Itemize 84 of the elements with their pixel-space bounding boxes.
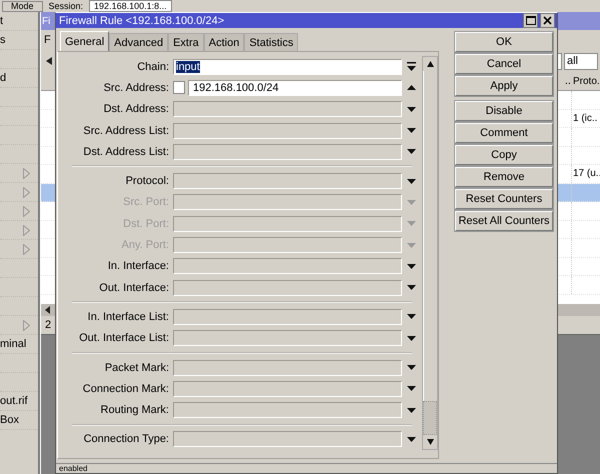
dialog-button[interactable]: Apply xyxy=(455,76,553,96)
close-icon xyxy=(543,16,552,25)
sidebar-item[interactable]: minal xyxy=(0,338,26,350)
field-label: Chain: xyxy=(136,60,170,73)
table-cell: 17 (u.. xyxy=(573,168,600,180)
dialog-button[interactable]: Reset All Counters xyxy=(455,211,553,231)
input-field[interactable] xyxy=(173,144,402,160)
submenu-arrow-icon xyxy=(23,206,30,217)
tab[interactable]: General xyxy=(60,31,110,51)
submenu-arrow-icon xyxy=(23,225,30,236)
input-field[interactable] xyxy=(173,216,402,232)
dialog-button[interactable]: Copy xyxy=(455,145,553,165)
sidebar-item[interactable]: Box xyxy=(0,414,19,426)
input-field[interactable] xyxy=(173,237,402,254)
input-field[interactable] xyxy=(173,380,402,397)
submenu-arrow-icon xyxy=(23,320,30,331)
input-field[interactable] xyxy=(173,173,402,190)
status-text: enabled xyxy=(58,464,88,474)
sidebar-item[interactable]: s xyxy=(0,34,6,46)
filter-field[interactable]: all xyxy=(564,52,598,70)
toolbar-icon[interactable] xyxy=(46,57,52,65)
field-label: Connection Mark: xyxy=(82,382,170,395)
field-label: Out. Interface List: xyxy=(78,332,170,344)
dialog-button[interactable]: Cancel xyxy=(455,54,553,74)
sidebar-item[interactable]: t xyxy=(0,15,4,27)
scroll-down-icon[interactable] xyxy=(426,439,434,446)
field-label: Src. Address: xyxy=(102,82,170,94)
submenu-arrow-icon xyxy=(23,168,30,179)
field-label: Routing Mark: xyxy=(100,404,170,416)
submenu-arrow-icon xyxy=(23,187,30,198)
tab[interactable]: Action xyxy=(204,33,244,51)
field-label: Dst. Address: xyxy=(102,103,170,116)
input-field[interactable] xyxy=(173,258,402,274)
session-label: Session: xyxy=(48,1,84,11)
session-field[interactable]: 192.168.100.1:8... xyxy=(89,0,172,12)
scrollbar[interactable] xyxy=(422,56,438,450)
status-text: 2 xyxy=(45,319,52,331)
sidebar-item[interactable]: out.rif xyxy=(0,395,28,407)
field-label: Out. Interface: xyxy=(98,282,170,294)
negate-checkbox[interactable] xyxy=(173,81,185,94)
input-field[interactable] xyxy=(173,101,402,118)
input-field[interactable] xyxy=(173,308,402,325)
address-field[interactable]: 192.168.100.0/24 xyxy=(188,80,402,96)
input-field[interactable] xyxy=(173,194,402,210)
input-field[interactable] xyxy=(173,360,402,376)
field-label: Dst. Port: xyxy=(122,218,170,230)
close-button[interactable] xyxy=(540,13,555,28)
dialog-button[interactable]: Reset Counters xyxy=(455,189,553,209)
field-label: Src. Port: xyxy=(122,196,170,208)
submenu-arrow-icon xyxy=(23,244,30,255)
scroll-left-icon[interactable] xyxy=(45,306,50,314)
input-field[interactable] xyxy=(173,122,402,139)
table-cell: 1 (ic.. xyxy=(573,112,598,124)
input-field[interactable] xyxy=(173,431,402,448)
scroll-thumb[interactable] xyxy=(423,401,437,436)
scroll-up-icon[interactable] xyxy=(426,61,434,67)
input-field[interactable] xyxy=(173,280,402,296)
dialog-button[interactable]: OK xyxy=(455,32,553,52)
field-label: In. Interface: xyxy=(106,260,170,272)
field-label: Any. Port: xyxy=(120,239,170,252)
maximize-icon xyxy=(526,16,536,25)
sidebar-item[interactable]: d xyxy=(0,72,6,84)
dialog-button[interactable]: Disable xyxy=(455,101,553,121)
mode-button[interactable]: Mode xyxy=(2,0,43,12)
tab[interactable]: Statistics xyxy=(244,33,298,51)
tab[interactable]: Advanced xyxy=(109,33,168,51)
field-label: Connection Type: xyxy=(82,433,170,446)
window-title: Firewall Rule <192.168.100.0/24> xyxy=(59,14,224,26)
field-label: Src. Address List: xyxy=(82,124,170,137)
maximize-button[interactable] xyxy=(523,13,538,28)
field-label: Dst. Address List: xyxy=(82,146,170,158)
tab[interactable]: F xyxy=(44,34,51,46)
window-title: Fi xyxy=(41,16,50,26)
field-label: Protocol: xyxy=(124,175,170,188)
tab[interactable]: Extra xyxy=(168,33,204,51)
field-label: In. Interface List: xyxy=(86,310,170,323)
dialog-button[interactable]: Remove xyxy=(455,167,553,187)
input-field[interactable] xyxy=(173,330,402,346)
dropdown-icon[interactable] xyxy=(406,61,417,72)
dialog-button[interactable]: Comment xyxy=(455,123,553,143)
input-field[interactable] xyxy=(173,402,402,418)
field-label: Packet Mark: xyxy=(104,362,170,374)
chain-field[interactable]: input xyxy=(173,58,402,75)
column-header[interactable]: Proto. xyxy=(572,72,600,90)
